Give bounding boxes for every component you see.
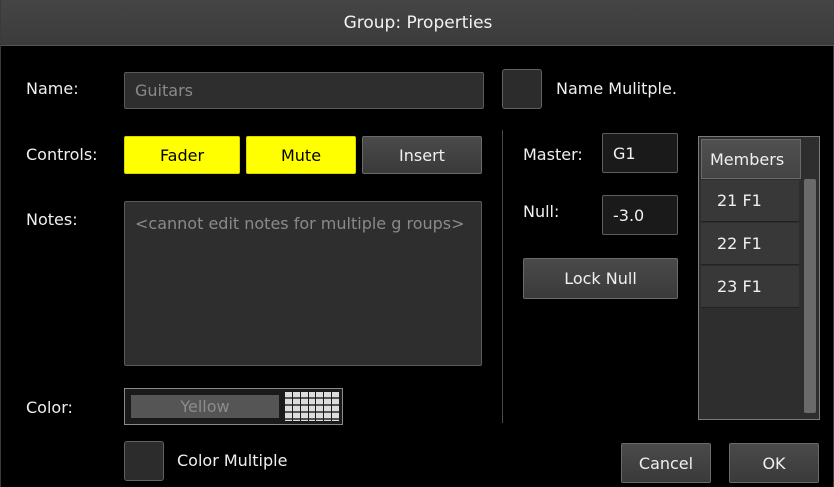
list-item[interactable]: 23 F1 xyxy=(701,266,799,308)
dialog-title-bar: Group: Properties xyxy=(1,0,834,46)
insert-toggle-button[interactable]: Insert xyxy=(362,136,482,174)
color-multiple-label: Color Multiple xyxy=(177,451,288,470)
dialog-title: Group: Properties xyxy=(343,12,493,33)
name-label: Name: xyxy=(26,79,79,98)
name-multiple-label: Name Mulitple. xyxy=(556,79,677,98)
group-properties-dialog: Group: Properties Name: Guitars Name Mul… xyxy=(0,0,834,487)
name-input[interactable]: Guitars xyxy=(124,72,484,109)
color-palette-icon xyxy=(285,392,340,421)
notes-textarea[interactable]: <cannot edit notes for multiple g roups> xyxy=(124,201,482,366)
master-field[interactable]: G1 xyxy=(602,133,678,173)
notes-text: <cannot edit notes for multiple g roups> xyxy=(135,214,465,233)
lock-null-button[interactable]: Lock Null xyxy=(523,258,678,299)
name-input-value: Guitars xyxy=(135,81,193,100)
section-divider xyxy=(502,130,503,423)
members-scrollbar[interactable] xyxy=(804,179,816,413)
cancel-button[interactable]: Cancel xyxy=(621,443,711,483)
color-multiple-checkbox[interactable] xyxy=(124,441,164,481)
mute-toggle-button[interactable]: Mute xyxy=(246,136,356,174)
master-label: Master: xyxy=(523,145,583,164)
members-list[interactable]: Members 21 F1 22 F1 23 F1 xyxy=(698,136,820,420)
controls-label: Controls: xyxy=(26,145,98,164)
list-item[interactable]: 21 F1 xyxy=(701,180,799,222)
fader-toggle-button[interactable]: Fader xyxy=(124,136,240,174)
notes-label: Notes: xyxy=(26,210,78,229)
color-picker[interactable]: Yellow xyxy=(124,388,343,425)
color-label: Color: xyxy=(26,398,73,417)
null-field[interactable]: -3.0 xyxy=(602,195,678,235)
list-item[interactable]: 22 F1 xyxy=(701,223,799,265)
ok-button[interactable]: OK xyxy=(729,443,819,483)
name-multiple-checkbox[interactable] xyxy=(502,69,542,109)
members-header: Members xyxy=(701,139,801,179)
color-name: Yellow xyxy=(131,395,279,418)
null-label: Null: xyxy=(523,202,560,221)
